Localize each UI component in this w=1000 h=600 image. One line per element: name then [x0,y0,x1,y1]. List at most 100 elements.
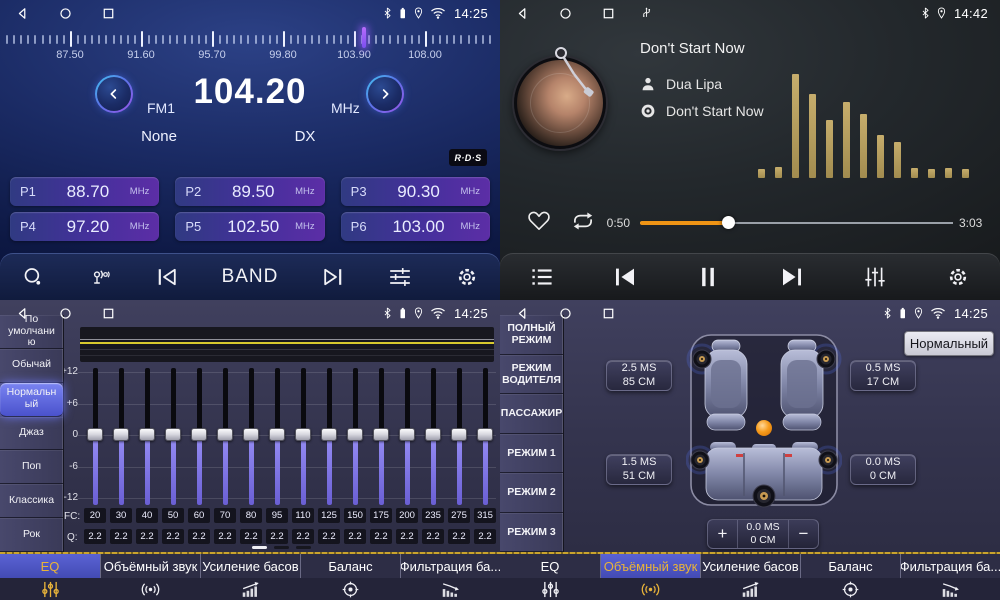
eq-fc-value[interactable]: 60 [188,508,210,523]
home-icon[interactable] [559,307,572,320]
eq-q-value[interactable]: 2.2 [396,529,418,544]
tab-label-2[interactable]: Усиление басов [200,554,300,578]
back-icon[interactable] [16,7,29,20]
eq-preset-6[interactable]: Рок [0,518,63,552]
eq-band-thumb[interactable] [87,428,103,441]
tab-balance-icon[interactable] [800,578,900,600]
surround-mode-3[interactable]: РЕЖИМ 1 [500,434,563,474]
next-track-icon[interactable] [780,266,804,288]
eq-band-thumb[interactable] [451,428,467,441]
eq-q-value[interactable]: 2.2 [474,529,496,544]
delay-front-right[interactable]: 0.5 MS17 CM [850,360,916,391]
tab-filter-icon[interactable] [400,578,500,600]
delay-rear-left[interactable]: 1.5 MS51 CM [606,454,672,485]
favorite-heart-icon[interactable] [527,210,551,232]
eq-page-dash-active[interactable] [252,546,267,549]
eq-fc-value[interactable]: 50 [162,508,184,523]
tab-label-3[interactable]: Баланс [300,554,400,578]
home-icon[interactable] [59,307,72,320]
eq-preset-3[interactable]: Джаз [0,417,63,451]
eq-fc-value[interactable]: 70 [214,508,236,523]
surround-mode-2[interactable]: ПАССАЖИР [500,394,563,434]
tab-surround-icon[interactable] [100,578,200,600]
band-button[interactable]: BAND [222,266,279,288]
mixer-sliders-icon[interactable] [863,266,887,288]
tab-label-1[interactable]: Объёмный звук [100,554,200,578]
eq-band-thumb[interactable] [269,428,285,441]
tab-label-2[interactable]: Усиление басов [700,554,800,578]
tab-filter-icon[interactable] [900,578,1000,600]
eq-fc-value[interactable]: 200 [396,508,418,523]
preset-button-p1[interactable]: P188.70MHz [10,177,159,206]
delay-front-left[interactable]: 2.5 MS85 CM [606,360,672,391]
tab-label-4[interactable]: Фильтрация ба... [900,554,1000,578]
radio-scale-ticks[interactable] [0,29,500,49]
back-icon[interactable] [16,307,29,320]
eq-q-value[interactable]: 2.2 [266,529,288,544]
preset-button-p5[interactable]: P5102.50MHz [175,212,324,241]
eq-fc-value[interactable]: 110 [292,508,314,523]
eq-q-value[interactable]: 2.2 [318,529,340,544]
eq-q-value[interactable]: 2.2 [422,529,444,544]
home-icon[interactable] [559,7,572,20]
eq-q-value[interactable]: 2.2 [188,529,210,544]
eq-fc-value[interactable]: 30 [110,508,132,523]
eq-band-thumb[interactable] [373,428,389,441]
progress-thumb[interactable] [722,216,735,229]
eq-band-thumb[interactable] [191,428,207,441]
preset-button-p6[interactable]: P6103.00MHz [341,212,490,241]
tab-label-0[interactable]: EQ [500,554,600,578]
eq-q-value[interactable]: 2.2 [162,529,184,544]
settings-gear-icon[interactable] [946,266,970,288]
prev-track-icon[interactable] [613,266,637,288]
radio-tuning-indicator[interactable] [362,27,366,48]
eq-band-thumb[interactable] [113,428,129,441]
eq-fc-value[interactable]: 275 [448,508,470,523]
settings-gear-icon[interactable] [455,266,479,288]
eq-page-dash[interactable] [274,546,289,549]
tab-eq-icon[interactable] [500,578,600,600]
tab-label-0[interactable]: EQ [0,554,100,578]
eq-band-thumb[interactable] [477,428,493,441]
eq-band-thumb[interactable] [165,428,181,441]
repeat-icon[interactable] [570,211,596,231]
eq-q-value[interactable]: 2.2 [344,529,366,544]
pause-icon[interactable] [696,266,720,288]
delay-plus-button[interactable]: + [708,520,737,548]
eq-band-thumb[interactable] [425,428,441,441]
eq-fc-value[interactable]: 315 [474,508,496,523]
eq-band-thumb[interactable] [321,428,337,441]
eq-preset-5[interactable]: Классика [0,484,63,518]
playlist-icon[interactable] [530,266,554,288]
home-icon[interactable] [59,7,72,20]
delay-minus-button[interactable]: − [789,520,818,548]
scan-icon[interactable] [21,266,45,288]
prev-station-icon[interactable] [155,266,179,288]
eq-page-dash[interactable] [296,546,311,549]
eq-band-thumb[interactable] [295,428,311,441]
surround-mode-5[interactable]: РЕЖИМ 3 [500,513,563,553]
eq-q-value[interactable]: 2.2 [292,529,314,544]
tab-bass-icon[interactable] [700,578,800,600]
eq-fc-value[interactable]: 40 [136,508,158,523]
tab-label-3[interactable]: Баланс [800,554,900,578]
eq-preset-1[interactable]: Обычай [0,349,63,383]
delay-rear-right[interactable]: 0.0 MS0 CM [850,454,916,485]
eq-band-thumb[interactable] [399,428,415,441]
eq-q-value[interactable]: 2.2 [84,529,106,544]
surround-mode-1[interactable]: РЕЖИМ ВОДИТЕЛЯ [500,355,563,395]
tab-balance-icon[interactable] [300,578,400,600]
eq-band-thumb[interactable] [243,428,259,441]
recents-icon[interactable] [602,7,615,20]
eq-q-value[interactable]: 2.2 [136,529,158,544]
tab-label-1[interactable]: Объёмный звук [600,554,700,578]
preset-button-p3[interactable]: P390.30MHz [341,177,490,206]
next-station-icon[interactable] [321,266,345,288]
eq-fc-value[interactable]: 150 [344,508,366,523]
eq-fc-value[interactable]: 20 [84,508,106,523]
eq-preset-2[interactable]: Нормальный [0,383,63,417]
tab-surround-icon[interactable] [600,578,700,600]
recents-icon[interactable] [602,307,615,320]
eq-sliders-icon[interactable] [388,266,412,288]
recents-icon[interactable] [102,7,115,20]
